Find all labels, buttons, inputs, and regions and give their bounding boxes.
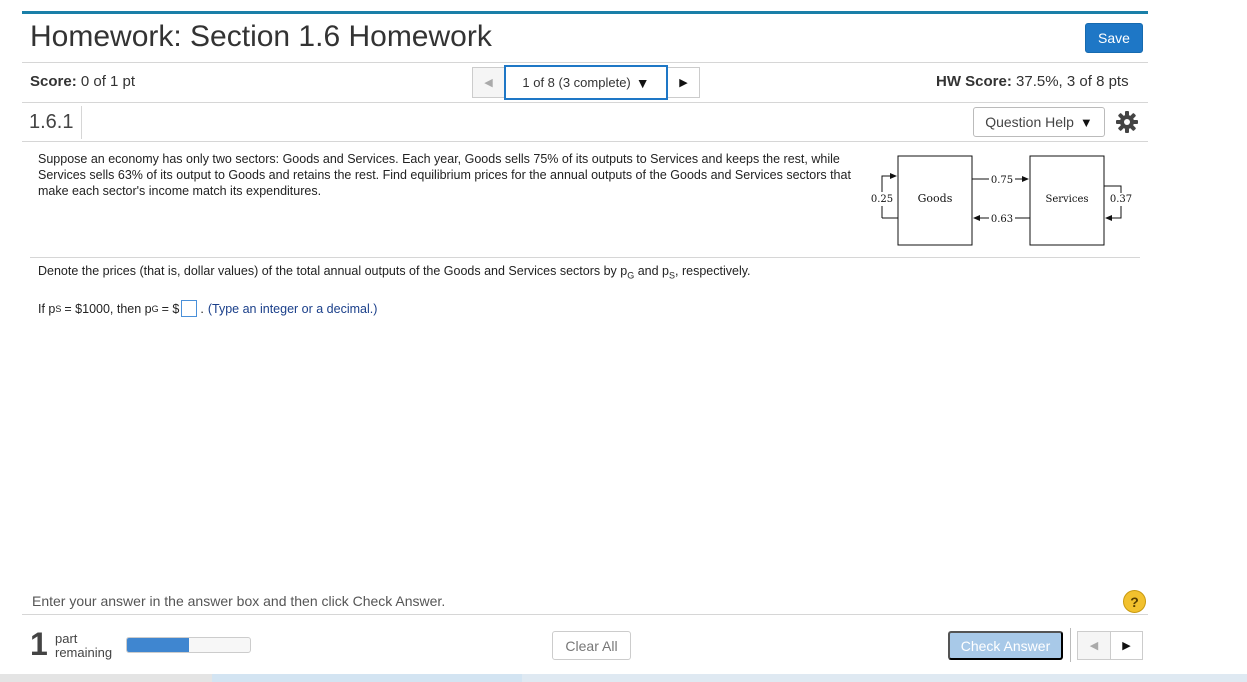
divider (30, 257, 1140, 258)
services-self-value: 0.37 (1110, 194, 1132, 205)
problem-statement: Suppose an economy has only two sectors:… (38, 152, 851, 198)
caret-down-icon: ▼ (1079, 114, 1093, 130)
status-strip-segment (522, 674, 1247, 682)
gear-icon[interactable] (1115, 110, 1139, 134)
previous-question-button[interactable]: ◀ (1077, 631, 1110, 660)
divider (22, 614, 1148, 615)
answer-line-part: = $ (161, 301, 180, 316)
progress-fill (127, 638, 189, 652)
caret-down-icon: ▼ (635, 74, 650, 91)
progress-bar (126, 637, 251, 653)
question-help-label: Question Help (985, 114, 1074, 130)
help-icon[interactable]: ? (1123, 590, 1146, 613)
services-label: Services (1045, 194, 1088, 205)
next-question-button[interactable]: ▶ (668, 67, 700, 98)
divider (1070, 628, 1071, 662)
divider (22, 141, 1148, 142)
triangle-right-icon: ▶ (679, 77, 688, 89)
answer-line-part: = $1000, then p (64, 301, 152, 316)
divider (22, 62, 1148, 63)
hw-score-value: 37.5%, 3 of 8 pts (1016, 73, 1129, 90)
subscript-s: S (55, 303, 62, 314)
question-help-button[interactable]: Question Help ▼ (973, 107, 1105, 137)
parts-label-line: remaining (55, 645, 113, 660)
next-question-button[interactable]: ▶ (1110, 631, 1143, 660)
top-accent-bar (22, 11, 1148, 14)
status-strip-segment (212, 674, 522, 682)
parts-label-line: part (55, 631, 78, 646)
triangle-right-icon: ▶ (1122, 640, 1131, 652)
denote-text: Denote the prices (that is, dollar value… (38, 264, 751, 281)
clear-all-button[interactable]: Clear All (552, 631, 631, 660)
parts-remaining-label: part remaining (55, 632, 112, 660)
previous-question-button[interactable]: ◀ (472, 67, 504, 98)
score-display: Score: 0 of 1 pt (30, 73, 135, 90)
instruction-text: Enter your answer in the answer box and … (32, 593, 446, 609)
services-self-arrow (1104, 185, 1122, 193)
goods-self-arrow (881, 173, 897, 192)
question-number: 1.6.1 (22, 106, 82, 139)
question-selector-label: 1 of 8 (3 complete) (522, 75, 631, 90)
page-title: Homework: Section 1.6 Homework (30, 20, 492, 53)
services-to-goods-value: 0.63 (991, 214, 1013, 225)
question-selector[interactable]: 1 of 8 (3 complete) ▼ (504, 65, 668, 100)
save-button[interactable]: Save (1085, 23, 1143, 53)
answer-hint: (Type an integer or a decimal.) (207, 301, 378, 316)
score-label: Score: (30, 73, 77, 90)
parts-remaining-count: 1 (30, 626, 48, 662)
triangle-left-icon: ◀ (1089, 640, 1099, 652)
answer-line-part: . (200, 301, 204, 316)
sector-flow-diagram: Goods Services 0.75 0.63 0.25 0.37 (871, 155, 1132, 246)
answer-input[interactable] (181, 300, 198, 317)
denote-text-part: and p (634, 264, 670, 278)
denote-text-part: Denote the prices (that is, dollar value… (38, 264, 628, 278)
answer-line: If pS = $1000, then pG = $ . (Type an in… (38, 300, 377, 317)
subscript-g: G (151, 303, 159, 314)
goods-label: Goods (918, 192, 953, 205)
score-value: 0 of 1 pt (80, 73, 136, 90)
hw-score-label: HW Score: (936, 73, 1012, 90)
bottom-status-strip (0, 674, 1247, 682)
answer-line-part: If p (38, 301, 56, 316)
goods-self-value: 0.25 (871, 194, 893, 205)
denote-text-part: , respectively. (675, 264, 751, 278)
divider (22, 102, 1148, 103)
goods-to-services-value: 0.75 (991, 175, 1013, 186)
check-answer-button[interactable]: Check Answer (948, 631, 1063, 660)
hw-score-display: HW Score: 37.5%, 3 of 8 pts (936, 73, 1129, 90)
triangle-left-icon: ◀ (484, 77, 493, 89)
